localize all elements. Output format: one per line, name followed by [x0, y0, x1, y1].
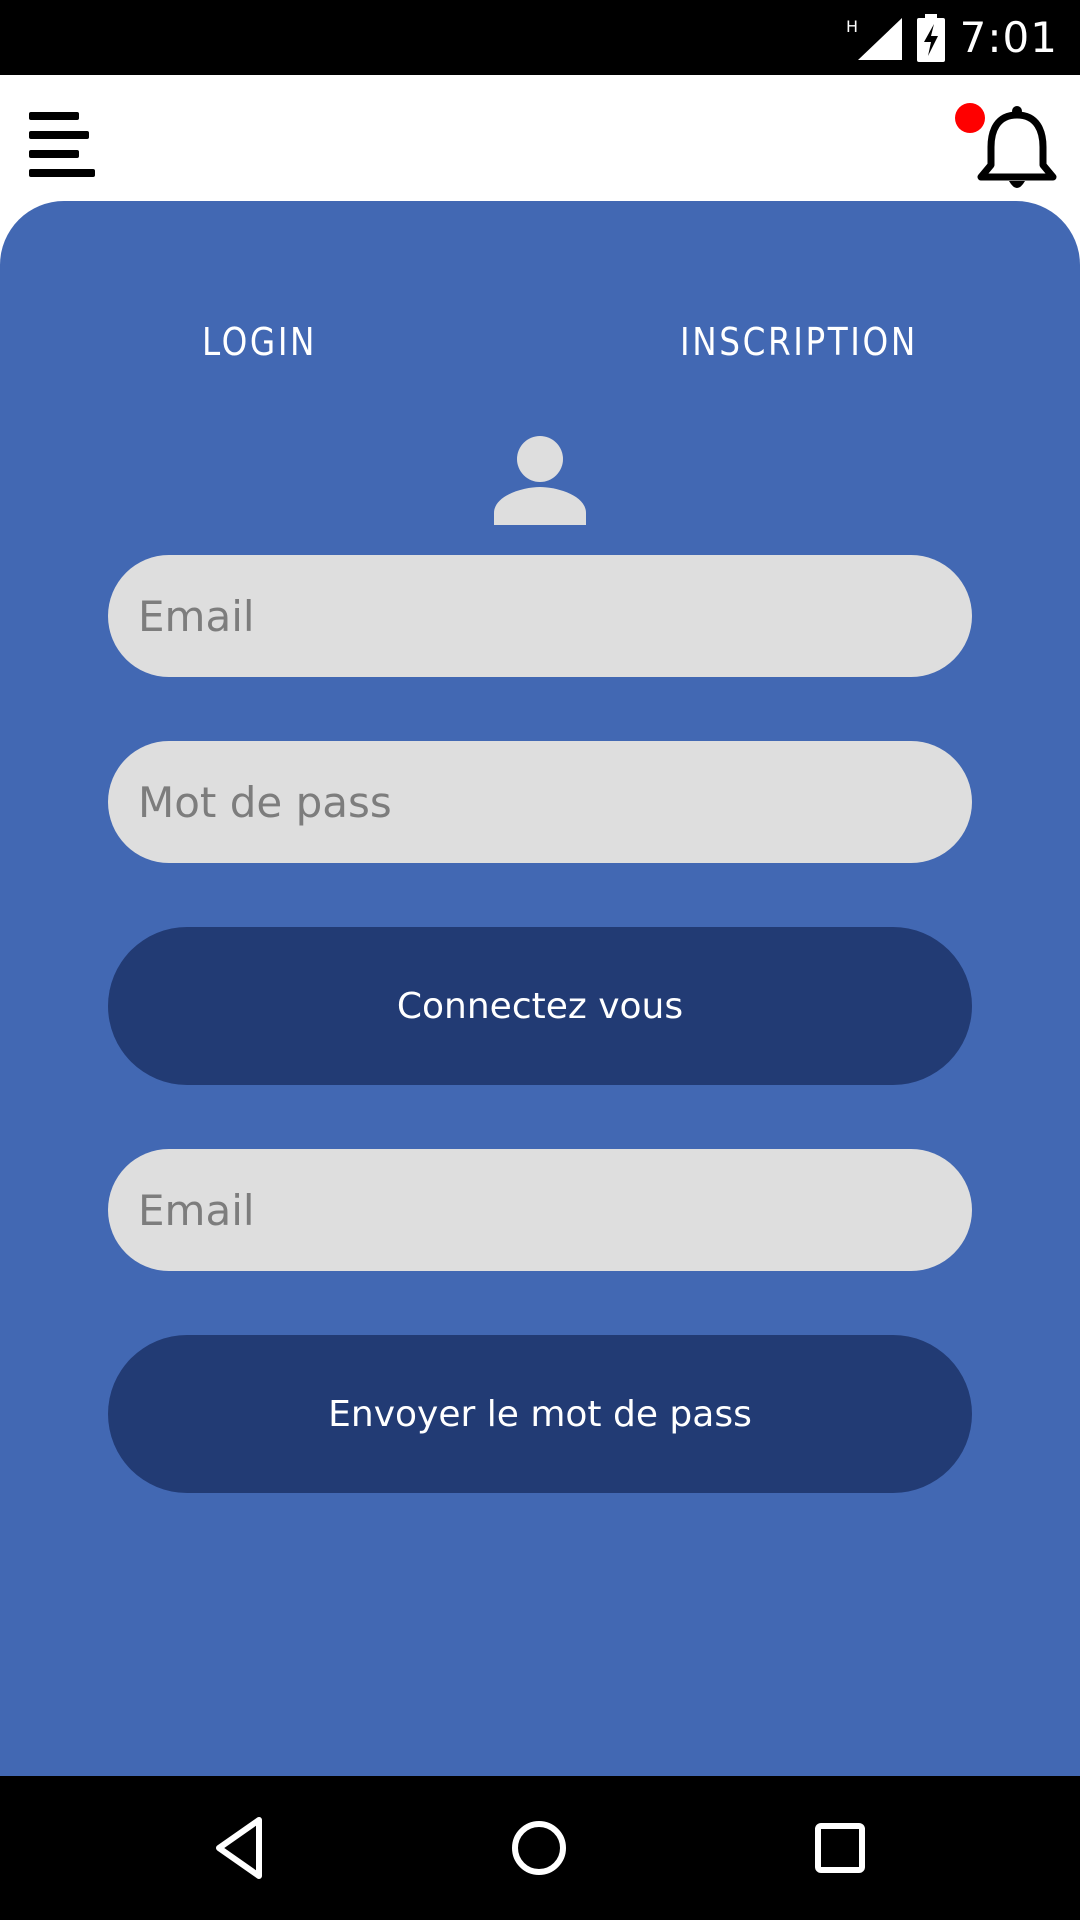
- send-password-button[interactable]: Envoyer le mot de pass: [108, 1335, 972, 1493]
- back-icon[interactable]: [205, 1812, 277, 1884]
- signal-icon: H: [846, 17, 902, 60]
- login-screen: H 7:01 LOGIN INSCRIPTION Email Connectez…: [0, 0, 1080, 1920]
- menu-icon[interactable]: [29, 112, 97, 178]
- app-bar: [0, 75, 1080, 201]
- menu-line: [29, 169, 95, 177]
- status-bar: H 7:01: [0, 0, 1080, 75]
- tab-inscription[interactable]: INSCRIPTION: [680, 312, 918, 372]
- home-icon[interactable]: [503, 1812, 575, 1884]
- password-field[interactable]: [108, 741, 972, 863]
- network-type-label: H: [846, 17, 858, 36]
- menu-line: [29, 150, 79, 158]
- recent-apps-icon[interactable]: [804, 1812, 876, 1884]
- connect-button[interactable]: Connectez vous: [108, 927, 972, 1085]
- battery-charging-icon: [916, 13, 945, 62]
- reset-email-field[interactable]: [108, 1149, 972, 1271]
- navigation-bar: [0, 1776, 1080, 1920]
- menu-line: [29, 112, 79, 120]
- status-time: 7:01: [959, 13, 1058, 62]
- user-icon: [494, 436, 586, 525]
- notifications-button[interactable]: [950, 101, 1060, 201]
- status-icons: H 7:01: [846, 0, 1058, 75]
- menu-line: [29, 131, 89, 139]
- bell-icon: [977, 106, 1057, 188]
- email-field[interactable]: [108, 555, 972, 677]
- tab-login[interactable]: LOGIN: [202, 312, 317, 372]
